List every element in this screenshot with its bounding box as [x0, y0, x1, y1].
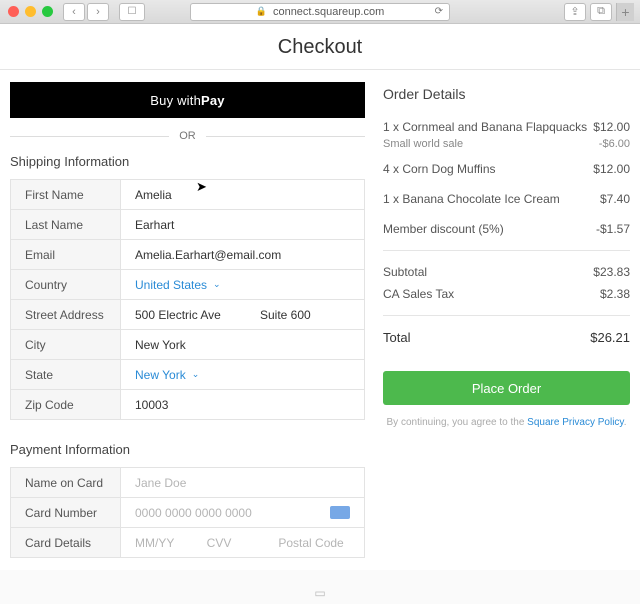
- card-zip-input[interactable]: [278, 536, 350, 550]
- lock-icon: 🔒: [256, 6, 267, 17]
- subtotal-row: Subtotal$23.83: [383, 265, 630, 279]
- sidebar-toggle[interactable]: ☐: [119, 3, 145, 21]
- line-item-discount: Small world sale-$6.00: [383, 138, 630, 150]
- last-name-input[interactable]: [135, 218, 350, 232]
- last-name-label: Last Name: [11, 210, 121, 240]
- or-divider: OR: [10, 130, 365, 142]
- privacy-policy-link[interactable]: Square Privacy Policy: [527, 417, 624, 428]
- disclaimer: By continuing, you agree to the Square P…: [383, 417, 630, 428]
- name-on-card-input[interactable]: [135, 476, 350, 490]
- card-number-input[interactable]: [135, 506, 330, 520]
- line-item: 4 x Corn Dog Muffins$12.00: [383, 162, 630, 176]
- chevron-down-icon: ⌄: [192, 369, 200, 380]
- street-input[interactable]: [135, 308, 252, 322]
- shipping-form: First Name Last Name Email Country Unite…: [10, 179, 365, 420]
- chevron-down-icon: ⌄: [213, 279, 221, 290]
- payment-section-title: Payment Information: [10, 442, 365, 457]
- reload-icon[interactable]: ⟳: [435, 6, 443, 17]
- first-name-label: First Name: [11, 180, 121, 210]
- tax-row: CA Sales Tax$2.38: [383, 287, 630, 301]
- maximize-window[interactable]: [42, 6, 53, 17]
- zip-label: Zip Code: [11, 390, 121, 420]
- payment-form: Name on Card Card Number Card Details: [10, 467, 365, 558]
- browser-chrome: ‹ › ☐ 🔒 connect.squareup.com ⟳ ⇪ ⧉ +: [0, 0, 640, 24]
- minimize-window[interactable]: [25, 6, 36, 17]
- city-label: City: [11, 330, 121, 360]
- street-label: Street Address: [11, 300, 121, 330]
- tabs-button[interactable]: ⧉: [590, 3, 612, 21]
- line-item: 1 x Cornmeal and Banana Flapquacks$12.00: [383, 120, 630, 134]
- street2-input[interactable]: [260, 308, 350, 322]
- country-label: Country: [11, 270, 121, 300]
- apple-pay-button[interactable]: Buy with Pay: [10, 82, 365, 118]
- share-button[interactable]: ⇪: [564, 3, 586, 21]
- email-input[interactable]: [135, 248, 350, 262]
- order-details-title: Order Details: [383, 86, 630, 102]
- line-item: 1 x Banana Chocolate Ice Cream$7.40: [383, 192, 630, 206]
- credit-card-icon: [330, 506, 350, 519]
- country-select[interactable]: United States ⌄: [135, 278, 350, 292]
- state-select[interactable]: New York ⌄: [135, 368, 350, 382]
- card-expiry-input[interactable]: [135, 536, 207, 550]
- first-name-input[interactable]: [135, 188, 350, 202]
- back-button[interactable]: ‹: [63, 3, 85, 21]
- email-label: Email: [11, 240, 121, 270]
- footer-bar: ▭: [0, 586, 640, 600]
- place-order-button[interactable]: Place Order: [383, 371, 630, 405]
- name-on-card-label: Name on Card: [11, 468, 121, 498]
- zip-input[interactable]: [135, 398, 350, 412]
- page-title: Checkout: [0, 24, 640, 70]
- window-controls: [8, 6, 53, 17]
- close-window[interactable]: [8, 6, 19, 17]
- city-input[interactable]: [135, 338, 350, 352]
- line-item: Member discount (5%)-$1.57: [383, 222, 630, 236]
- forward-button[interactable]: ›: [87, 3, 109, 21]
- state-label: State: [11, 360, 121, 390]
- shipping-section-title: Shipping Information: [10, 154, 365, 169]
- card-number-label: Card Number: [11, 498, 121, 528]
- card-cvv-input[interactable]: [207, 536, 279, 550]
- url-text: connect.squareup.com: [273, 6, 384, 18]
- total-row: Total$26.21: [383, 330, 630, 345]
- address-bar[interactable]: 🔒 connect.squareup.com ⟳: [190, 3, 450, 21]
- new-tab-button[interactable]: +: [616, 3, 634, 21]
- card-details-label: Card Details: [11, 528, 121, 558]
